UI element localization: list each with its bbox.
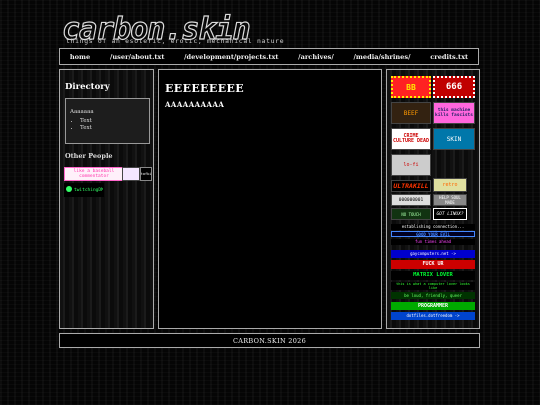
badge-got-linux[interactable]: GOT LINUX? — [433, 208, 467, 220]
directory-list: Text Text — [66, 118, 92, 132]
main-paragraph: AAAAAAAAAA — [165, 100, 225, 109]
sidebar: Directory Aaaaaaa Text Text Other People… — [59, 69, 154, 329]
main-content: EEEEEEEEE AAAAAAAAAA — [158, 69, 382, 329]
directory-box: Aaaaaaa Text Text — [65, 98, 150, 144]
nav-archives[interactable]: /archives/ — [298, 53, 334, 61]
stamp-fun-times[interactable]: fun times ahead — [391, 239, 475, 245]
directory-item[interactable]: Text — [80, 125, 92, 132]
stamp-connection[interactable]: establishing connection... — [391, 224, 475, 230]
badge-counter[interactable]: 000000001 — [391, 194, 431, 206]
sidebar-title: Directory — [65, 82, 110, 92]
link-button-kirby-avatar[interactable] — [122, 167, 140, 181]
stamp-computer-lover[interactable]: this is what a computer lover looks like — [391, 282, 475, 290]
nav-about[interactable]: /user/about.txt — [110, 53, 164, 61]
badge-skin[interactable]: SKIN — [433, 128, 475, 150]
badge-beef[interactable]: BEEF — [391, 102, 431, 124]
badge-no-touch[interactable]: NO TOUCH — [391, 208, 431, 220]
nav-credits[interactable]: credits.txt — [430, 53, 468, 61]
stamp-dotfiles[interactable]: dotfiles.dotfreedom -> — [391, 312, 475, 320]
link-button-cultofkirby[interactable]: cultofkirby — [140, 167, 152, 181]
badge-bb[interactable]: BB — [391, 76, 431, 98]
nav-home[interactable]: home — [70, 53, 90, 61]
stamp-gaycomputers[interactable]: gaycomputers.net -> — [391, 250, 475, 258]
directory-heading: Aaaaaaa — [70, 109, 94, 115]
stamp-programmer[interactable]: PROGRAMMER — [391, 302, 475, 310]
other-people-title: Other People — [65, 152, 113, 160]
badge-crime-culture[interactable]: CRIME CULTURE DEAD — [391, 128, 431, 150]
site-footer: CARBON.SKIN 2026 — [59, 333, 480, 348]
stamp-loud-queer[interactable]: be loud, friendly, queer — [391, 292, 475, 299]
badge-column: BB 666 BEEF this machine kills fascists … — [386, 69, 480, 329]
nav-shrines[interactable]: /media/shrines/ — [354, 53, 411, 61]
badge-help-soul[interactable]: HELP SOUL MADE — [433, 194, 467, 206]
badge-lofi[interactable]: lo-fi — [391, 154, 431, 176]
badge-kills-fascists[interactable]: this machine kills fascists — [433, 102, 475, 124]
badge-666[interactable]: 666 — [433, 76, 475, 98]
twitch-icon — [66, 186, 72, 192]
stamp-good-evil[interactable]: GOOD YOUR EVIL — [391, 231, 475, 237]
site-tagline: things of an esoteric, erotic, mechanica… — [66, 37, 285, 45]
stamp-fuck-ur[interactable]: FUCK UR — [391, 260, 475, 269]
stamp-matrix-lover[interactable]: MATRIX LOVER — [391, 271, 475, 280]
main-nav: home /user/about.txt /development/projec… — [59, 48, 479, 65]
badge-retro[interactable]: retro — [433, 178, 467, 192]
badge-ultrakill[interactable]: ULTRAKILL — [391, 180, 431, 192]
nav-projects[interactable]: /development/projects.txt — [184, 53, 278, 61]
directory-item[interactable]: Text — [80, 118, 92, 125]
link-button-commentator[interactable]: like a baseball commentator — [64, 167, 124, 181]
main-heading: EEEEEEEEE — [165, 82, 245, 95]
